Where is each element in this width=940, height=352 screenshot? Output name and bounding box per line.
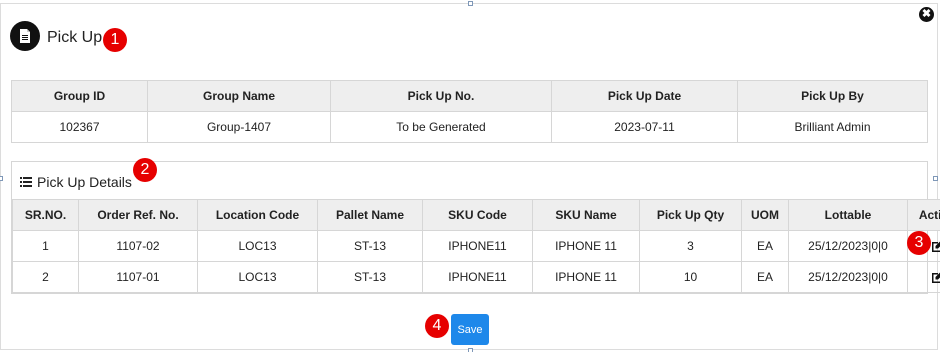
lottable-cell: 25/12/2023|0|0 — [788, 261, 908, 293]
resize-handle-bottom[interactable] — [468, 348, 473, 352]
pickup-details-table: SR.NO. Order Ref. No. Location Code Pall… — [12, 199, 940, 293]
marker-badge-2: 2 — [133, 158, 157, 182]
column-header: SR.NO. — [12, 199, 79, 231]
sku-code-cell: IPHONE11 — [422, 261, 533, 293]
pallet-name-cell: ST-13 — [317, 230, 423, 262]
column-header: Group Name — [147, 80, 331, 112]
sku-name-cell: IPHONE 11 — [532, 261, 640, 293]
group-header-row: Group ID Group Name Pick Up No. Pick Up … — [11, 80, 928, 112]
pickup-qty-cell: 10 — [639, 261, 742, 293]
resize-handle-left[interactable] — [0, 176, 3, 181]
column-header: Pick Up By — [737, 80, 928, 112]
pickup-details-title: Pick Up Details — [37, 174, 132, 190]
column-header: Pick Up No. — [330, 80, 552, 112]
column-header: Group ID — [11, 80, 148, 112]
order-ref-cell: 1107-02 — [78, 230, 198, 262]
action-cell — [907, 261, 940, 293]
column-header: Pick Up Qty — [639, 199, 742, 231]
pickup-by-cell: Brilliant Admin — [737, 111, 928, 143]
location-code-cell: LOC13 — [197, 230, 318, 262]
column-header: Order Ref. No. — [78, 199, 198, 231]
pickup-no-cell: To be Generated — [330, 111, 552, 143]
marker-badge-1: 1 — [103, 28, 127, 52]
uom-cell: EA — [741, 230, 789, 262]
column-header: Action — [907, 199, 940, 231]
marker-badge-4: 4 — [425, 314, 449, 338]
column-header: SKU Name — [532, 199, 640, 231]
pickup-qty-cell: 3 — [639, 230, 742, 262]
column-header: Pallet Name — [317, 199, 423, 231]
details-header-row: SR.NO. Order Ref. No. Location Code Pall… — [12, 199, 940, 231]
column-header: UOM — [741, 199, 789, 231]
order-ref-cell: 1107-01 — [78, 261, 198, 293]
page-title: Pick Up — [47, 29, 103, 46]
pallet-name-cell: ST-13 — [317, 261, 423, 293]
resize-handle-top[interactable] — [468, 1, 473, 6]
save-button[interactable]: Save — [451, 314, 489, 345]
list-icon — [20, 174, 32, 190]
edit-icon[interactable] — [931, 239, 940, 253]
sku-code-cell: IPHONE11 — [422, 230, 533, 262]
column-header: SKU Code — [422, 199, 533, 231]
group-name-cell: Group-1407 — [147, 111, 331, 143]
lottable-cell: 25/12/2023|0|0 — [788, 230, 908, 262]
close-icon[interactable]: ✖ — [919, 7, 934, 22]
sr-no-cell: 1 — [12, 230, 79, 262]
sku-name-cell: IPHONE 11 — [532, 230, 640, 262]
resize-handle-right[interactable] — [933, 176, 938, 181]
pickup-date-cell: 2023-07-11 — [551, 111, 738, 143]
pickup-details-heading: Pick Up Details — [20, 174, 132, 190]
column-header: Pick Up Date — [551, 80, 738, 112]
location-code-cell: LOC13 — [197, 261, 318, 293]
group-summary-table: Group ID Group Name Pick Up No. Pick Up … — [11, 80, 928, 143]
column-header: Location Code — [197, 199, 318, 231]
document-icon — [10, 21, 40, 51]
marker-badge-3: 3 — [907, 231, 931, 255]
sr-no-cell: 2 — [12, 261, 79, 293]
uom-cell: EA — [741, 261, 789, 293]
group-id-cell: 102367 — [11, 111, 148, 143]
column-header: Lottable — [788, 199, 908, 231]
table-row: 2 1107-01 LOC13 ST-13 IPHONE11 IPHONE 11… — [12, 261, 940, 293]
table-row: 1 1107-02 LOC13 ST-13 IPHONE11 IPHONE 11… — [12, 230, 940, 262]
table-row: 102367 Group-1407 To be Generated 2023-0… — [11, 111, 928, 143]
edit-icon[interactable] — [931, 270, 940, 284]
